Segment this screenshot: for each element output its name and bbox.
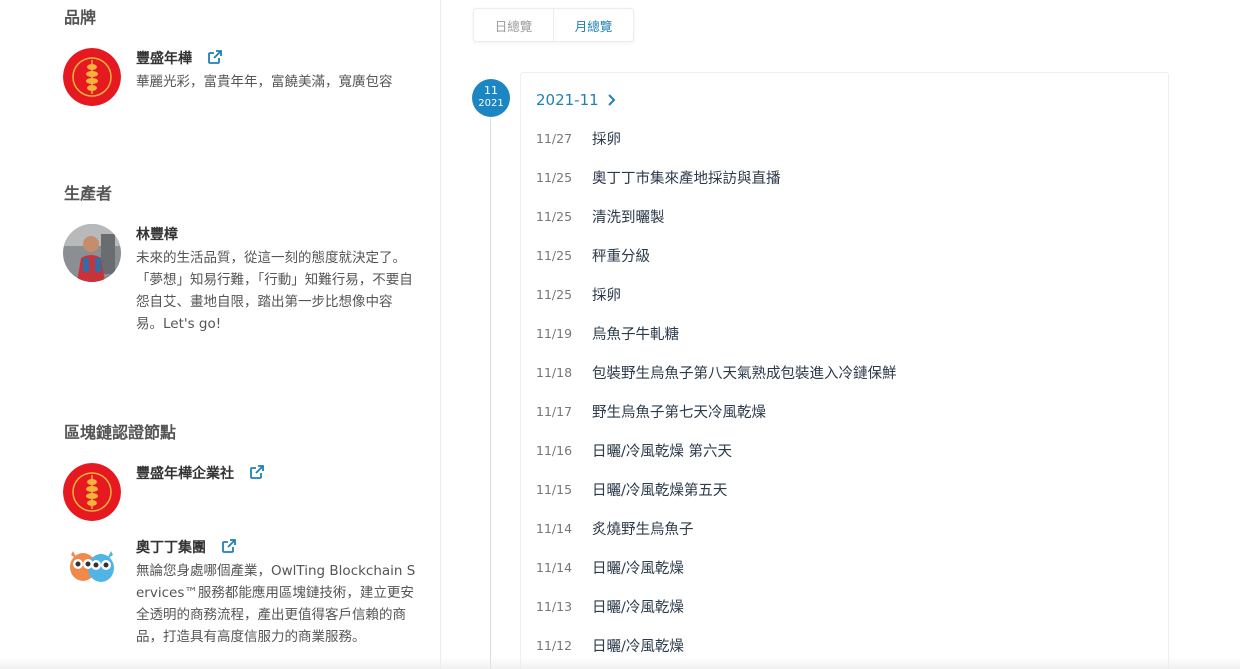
brand-logo <box>63 48 121 106</box>
event-date: 11/25 <box>536 209 573 224</box>
event-title: 日曬/冷風乾燥 第六天 <box>592 444 732 460</box>
month-badge: 11 2021 <box>472 79 510 117</box>
badge-year: 2021 <box>478 98 504 109</box>
brand-section-title: 品牌 <box>64 8 97 27</box>
event-title: 日曬/冷風乾燥第五天 <box>592 483 728 499</box>
producer-entity-body: 林豐樟 未來的生活品質，從這一刻的態度就決定了。 「夢想」知易行難，「行動」知難… <box>136 224 416 335</box>
traceability-page: 品牌 豐盛年樺 華麗光彩，富貴年年，富饒美滿，寬廣包容 生產者 林豐樟 未來的生… <box>0 0 1240 669</box>
external-link-icon[interactable] <box>249 464 265 480</box>
brand-name: 豐盛年樺 <box>136 51 192 67</box>
timeline-event-row[interactable]: 11/25 秤重分級 <box>536 236 1156 275</box>
timeline-line <box>490 118 491 669</box>
event-date: 11/25 <box>536 287 573 302</box>
timeline-event-row[interactable]: 11/13 日曬/冷風乾燥 <box>536 587 1156 626</box>
external-link-icon[interactable] <box>221 538 237 554</box>
node-entity-1-body: 豐盛年樺企業社 <box>136 463 416 484</box>
node-logo-2 <box>63 537 121 595</box>
event-date: 11/12 <box>536 638 573 653</box>
event-title: 採卵 <box>592 288 621 304</box>
event-title: 烏魚子牛軋糖 <box>592 327 679 343</box>
timeline-event-row[interactable]: 11/27 採卵 <box>536 119 1156 158</box>
event-date: 11/27 <box>536 131 573 146</box>
timeline-event-row[interactable]: 11/17 野生烏魚子第七天冷風乾燥 <box>536 392 1156 431</box>
node-name-2: 奧丁丁集團 <box>136 540 206 556</box>
badge-month: 11 <box>484 84 498 97</box>
event-date: 11/15 <box>536 482 573 497</box>
timeline-event-row[interactable]: 11/19 烏魚子牛軋糖 <box>536 314 1156 353</box>
producer-section-title: 生產者 <box>64 184 113 203</box>
event-date: 11/16 <box>536 443 573 458</box>
event-date: 11/14 <box>536 521 573 536</box>
timeline-event-row[interactable]: 11/25 清洗到曬製 <box>536 197 1156 236</box>
timeline-event-row[interactable]: 11/15 日曬/冷風乾燥第五天 <box>536 470 1156 509</box>
node-logo-1 <box>63 463 121 521</box>
timeline-event-row[interactable]: 11/18 包裝野生烏魚子第八天氣熟成包裝進入冷鏈保鮮 <box>536 353 1156 392</box>
node-entity-2-body: 奧丁丁集團 無論您身處哪個產業，OwlTing Blockchain Servi… <box>136 537 416 648</box>
month-header-link[interactable]: 2021-11 <box>536 89 617 111</box>
event-date: 11/17 <box>536 404 573 419</box>
chevron-right-icon <box>607 94 616 106</box>
node-2-description: 無論您身處哪個產業，OwlTing Blockchain Services™服務… <box>136 560 416 648</box>
brand-desc-line: 華麗光彩，富貴年年，富饒美滿，寬廣包容 <box>136 74 393 90</box>
event-title: 奧丁丁市集來產地採訪與直播 <box>592 171 781 187</box>
bottom-fade <box>0 657 1240 669</box>
node-name-1: 豐盛年樺企業社 <box>136 466 234 482</box>
tab-monthly-overview[interactable]: 月總覽 <box>554 9 633 41</box>
brand-entity-body: 豐盛年樺 華麗光彩，富貴年年，富饒美滿，寬廣包容 <box>136 48 416 93</box>
person-photo-icon <box>63 224 121 282</box>
timeline-event-row[interactable]: 11/25 採卵 <box>536 275 1156 314</box>
event-list: 11/27 採卵 11/25 奧丁丁市集來產地採訪與直播 11/25 清洗到曬製 11/25… <box>536 119 1156 665</box>
event-title: 包裝野生烏魚子第八天氣熟成包裝進入冷鏈保鮮 <box>592 366 897 382</box>
overview-tabs: 日總覽 月總覽 <box>473 8 634 42</box>
producer-description: 未來的生活品質，從這一刻的態度就決定了。 「夢想」知易行難，「行動」知難行易，不… <box>136 247 416 335</box>
event-title: 日曬/冷風乾燥 <box>592 561 684 577</box>
info-panel: 品牌 豐盛年樺 華麗光彩，富貴年年，富饒美滿，寬廣包容 生產者 林豐樟 未來的生… <box>0 0 441 669</box>
timeline-event-row[interactable]: 11/14 日曬/冷風乾燥 <box>536 548 1156 587</box>
producer-avatar <box>63 224 121 282</box>
event-date: 11/25 <box>536 248 573 263</box>
event-date: 11/19 <box>536 326 573 341</box>
brand-description: 華麗光彩，富貴年年，富饒美滿，寬廣包容 <box>136 71 416 93</box>
event-title: 秤重分級 <box>592 249 650 265</box>
producer-name: 林豐樟 <box>136 227 178 243</box>
event-title: 日曬/冷風乾燥 <box>592 600 684 616</box>
timeline-event-row[interactable]: 11/25 奧丁丁市集來產地採訪與直播 <box>536 158 1156 197</box>
event-title: 採卵 <box>592 132 621 148</box>
event-title: 日曬/冷風乾燥 <box>592 639 684 655</box>
event-date: 11/13 <box>536 599 573 614</box>
node-2-desc-line: 無論您身處哪個產業，OwlTing Blockchain Services™服務… <box>136 563 416 645</box>
event-title: 清洗到曬製 <box>592 210 665 226</box>
tab-daily-overview[interactable]: 日總覽 <box>474 9 554 41</box>
lantern-logo-icon <box>63 48 121 106</box>
nodes-section-title: 區塊鏈認證節點 <box>64 423 177 442</box>
month-label: 2021-11 <box>536 91 599 109</box>
event-title: 野生烏魚子第七天冷風乾燥 <box>592 405 766 421</box>
event-title: 炙燒野生烏魚子 <box>592 522 694 538</box>
timeline-event-row[interactable]: 11/16 日曬/冷風乾燥 第六天 <box>536 431 1156 470</box>
event-date: 11/25 <box>536 170 573 185</box>
timeline-card: 2021-11 11/27 採卵 11/25 奧丁丁市集來產地採訪與直播 11/25 清洗… <box>520 72 1169 669</box>
lantern-logo-icon <box>63 463 121 521</box>
producer-desc-line-2: 「夢想」知易行難，「行動」知難行易，不要自怨自艾、畫地自限，踏出第一步比想像中容… <box>136 272 413 332</box>
producer-desc-line-1: 未來的生活品質，從這一刻的態度就決定了。 <box>136 250 406 266</box>
owl-logo-icon <box>63 537 121 595</box>
external-link-icon[interactable] <box>207 49 223 65</box>
event-date: 11/18 <box>536 365 573 380</box>
event-date: 11/14 <box>536 560 573 575</box>
timeline-event-row[interactable]: 11/14 炙燒野生烏魚子 <box>536 509 1156 548</box>
